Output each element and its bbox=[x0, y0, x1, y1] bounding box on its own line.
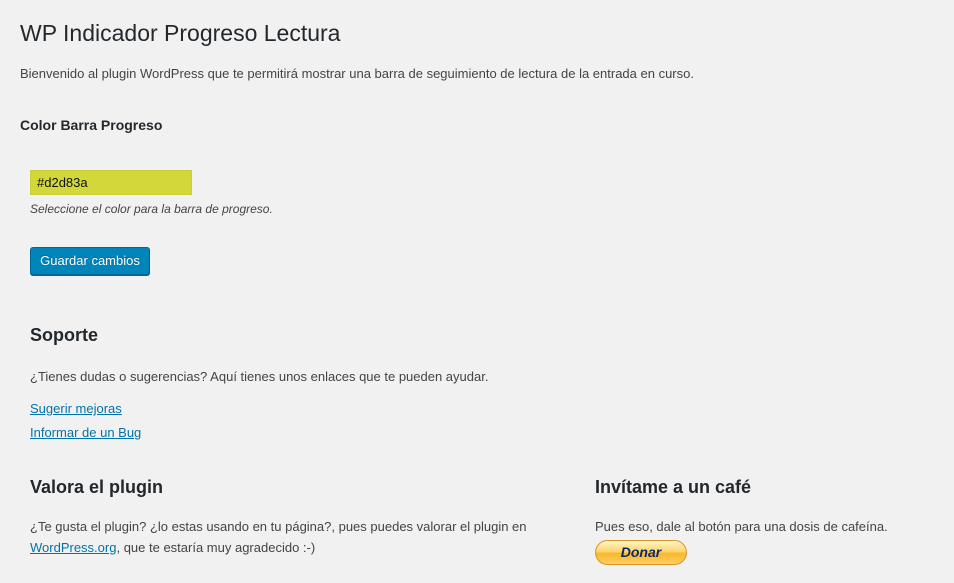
rate-text-before: ¿Te gusta el plugin? ¿lo estas usando en… bbox=[30, 519, 527, 534]
rate-plugin-text: ¿Te gusta el plugin? ¿lo estas usando en… bbox=[30, 516, 570, 558]
save-changes-button[interactable]: Guardar cambios bbox=[30, 247, 150, 275]
coffee-text: Pues eso, dale al botón para una dosis d… bbox=[595, 519, 888, 534]
support-heading: Soporte bbox=[30, 325, 99, 345]
coffee-heading: Invítame a un café bbox=[595, 477, 752, 497]
plugin-settings-page: WP Indicador Progreso Lectura Bienvenido… bbox=[0, 0, 954, 583]
rate-plugin-heading: Valora el plugin bbox=[30, 477, 164, 497]
page-title: WP Indicador Progreso Lectura bbox=[20, 20, 341, 46]
rate-text-after: , que te estaría muy agradecido :-) bbox=[116, 540, 316, 555]
color-value-field[interactable] bbox=[30, 170, 192, 195]
donate-button[interactable]: Donar bbox=[595, 540, 687, 565]
support-text: ¿Tienes dudas o sugerencias? Aquí tienes… bbox=[30, 369, 489, 384]
color-setting-label: Color Barra Progreso bbox=[20, 117, 163, 133]
report-bug-link[interactable]: Informar de un Bug bbox=[30, 424, 141, 442]
color-field-description: Seleccione el color para la barra de pro… bbox=[30, 202, 273, 216]
suggest-improvements-link[interactable]: Sugerir mejoras bbox=[30, 400, 122, 418]
intro-text: Bienvenido al plugin WordPress que te pe… bbox=[20, 66, 694, 81]
wordpress-org-link[interactable]: WordPress.org bbox=[30, 540, 116, 555]
